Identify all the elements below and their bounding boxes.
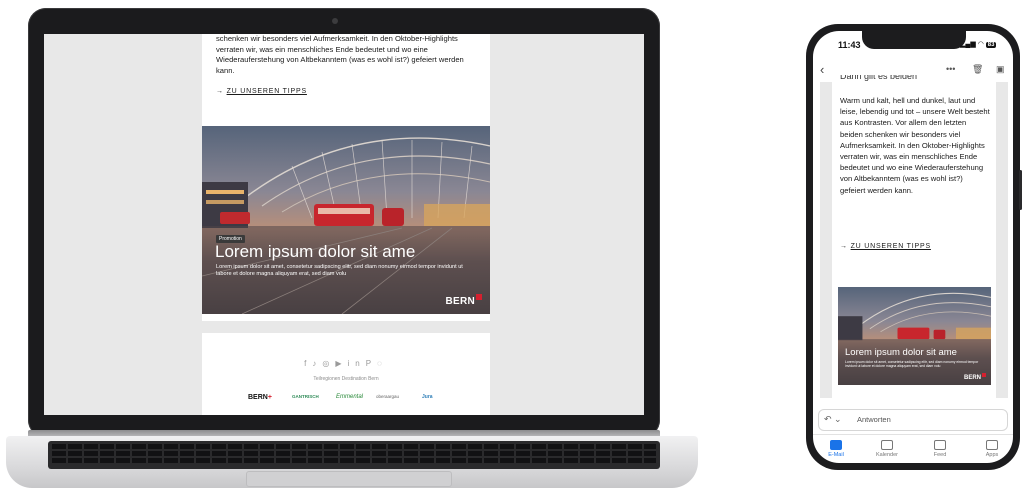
regions-label: Teilregionen Destination Bern: [313, 376, 379, 382]
phone-hero-banner[interactable]: Lorem ipsum dolor sit ame Lorem ipsum do…: [838, 287, 991, 385]
phone-tips-link-label: ZU UNSEREN TIPPS: [850, 243, 931, 250]
status-time: 11:43: [838, 40, 861, 50]
email-body: schenken wir besonders viel Aufmerksamke…: [202, 34, 490, 415]
calendar-icon: [881, 440, 893, 450]
partner-logo-gantrisch[interactable]: GANTRISCH: [292, 394, 319, 399]
instagram-icon[interactable]: ◎: [322, 359, 335, 368]
arrow-right-icon: →: [216, 88, 224, 95]
more-icon[interactable]: •••: [946, 64, 955, 74]
trash-icon[interactable]: 🗑: [972, 64, 983, 75]
mockup-stage: schenken wir besonders viel Aufmerksamke…: [0, 0, 1024, 499]
status-icons: ▂▄▆ ◠ 83: [960, 40, 997, 48]
wifi-icon: ◠: [977, 41, 984, 48]
back-chevron-icon[interactable]: ‹: [820, 62, 824, 77]
mail-icon: [830, 440, 842, 450]
social-icons-row: f♪◎▶inP◌: [202, 359, 490, 368]
partner-logo-oberaargau[interactable]: oberaargau: [376, 394, 399, 399]
reply-bar[interactable]: [818, 409, 1008, 431]
email-intro-text: schenken wir besonders viel Aufmerksamke…: [216, 34, 464, 75]
station-roof-graphic: [202, 137, 490, 314]
youtube-icon[interactable]: ▶: [335, 359, 347, 368]
email-divider-band: [202, 321, 490, 333]
archive-icon[interactable]: ▣: [996, 64, 1005, 75]
tiktok-icon[interactable]: ♪: [312, 359, 322, 368]
tips-link-label: ZU UNSEREN TIPPS: [226, 88, 307, 95]
laptop-screen: schenken wir besonders viel Aufmerksamke…: [44, 34, 644, 415]
partner-logo-emmental[interactable]: Emmental: [336, 394, 363, 400]
hero-banner[interactable]: Promotion Lorem ipsum dolor sit ame Lore…: [202, 126, 490, 314]
feed-icon: [934, 440, 946, 450]
pinterest-icon[interactable]: P: [366, 359, 377, 368]
reply-label[interactable]: Antworten: [857, 415, 891, 424]
arrow-right-icon: →: [840, 243, 848, 250]
linkedin-icon[interactable]: in: [348, 359, 366, 368]
tab-feed[interactable]: Feed: [920, 440, 960, 458]
partner-logos: BERN+ GANTRISCH Emmental oberaargau Jura: [248, 392, 448, 406]
tab-calendar[interactable]: Kalender: [867, 440, 907, 458]
partner-logo-bern[interactable]: BERN+: [248, 394, 272, 401]
phone-bern-logo: BERN: [964, 373, 986, 381]
phone-hero-body-text: Lorem ipsum dolor sit amet, consetetur s…: [845, 360, 979, 369]
phone-station-roof-graphic: [838, 292, 991, 385]
phone-tips-link[interactable]: → ZU UNSEREN TIPPS: [840, 243, 931, 250]
reply-icon[interactable]: ↶ ⌄: [824, 414, 842, 425]
partner-logo-jura[interactable]: Jura: [422, 394, 433, 400]
apps-icon: [986, 440, 998, 450]
laptop-keyboard: [48, 441, 660, 469]
battery-icon: 83: [985, 42, 997, 48]
phone-hero-title: Lorem ipsum dolor sit ame: [845, 347, 957, 358]
phone-side-button: [1019, 170, 1022, 210]
phone-notch: [862, 31, 966, 49]
whatsapp-icon[interactable]: ◌: [377, 359, 388, 368]
laptop-trackpad: [246, 471, 452, 487]
laptop-camera: [332, 18, 338, 24]
hero-title: Lorem ipsum dolor sit ame: [215, 242, 416, 261]
signal-icon: ▂▄▆: [960, 41, 976, 48]
phone-email-intro-text: Warm und kalt, hell und dunkel, laut und…: [840, 96, 990, 195]
tab-email[interactable]: E-Mail: [816, 440, 856, 458]
bern-logo: BERN: [445, 294, 482, 307]
tips-link[interactable]: → ZU UNSEREN TIPPS: [216, 88, 307, 95]
tab-apps[interactable]: Apps: [972, 440, 1012, 458]
hero-body-text: Lorem ipsum dolor sit amet, consetetur s…: [216, 264, 463, 278]
